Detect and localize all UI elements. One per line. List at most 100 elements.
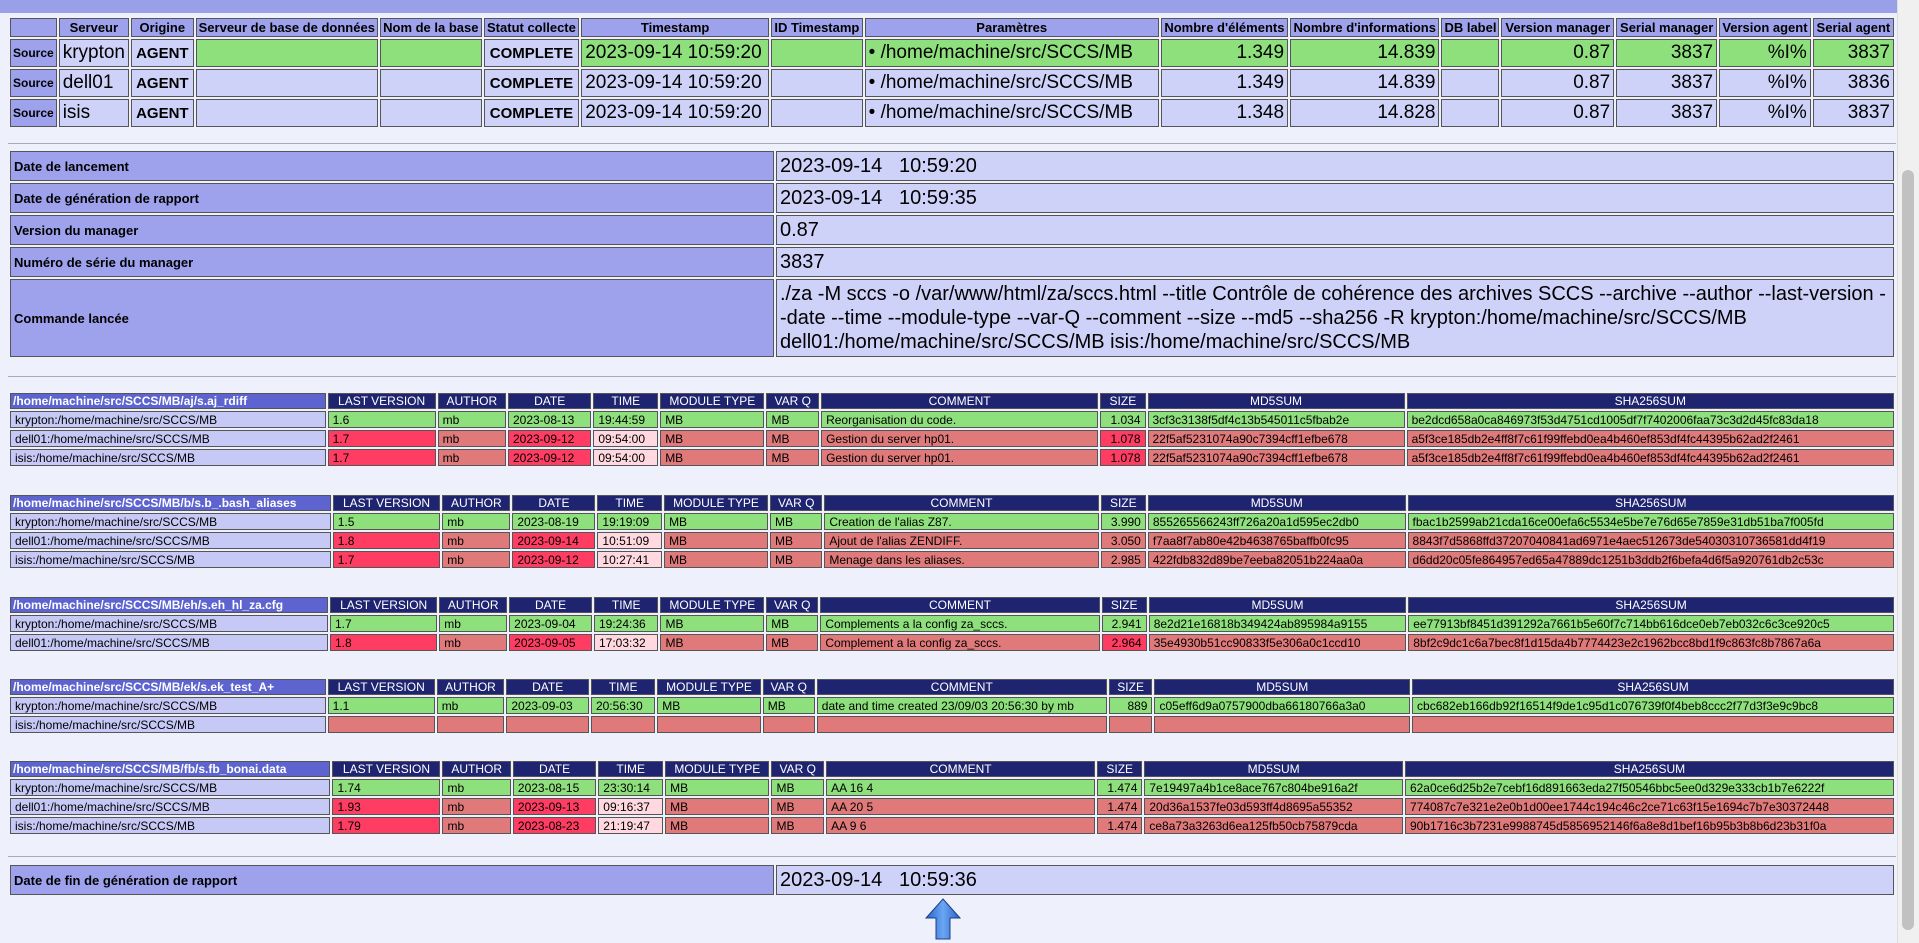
var-q: MB	[766, 430, 820, 447]
size: 1.474	[1097, 779, 1143, 796]
module-name[interactable]: /home/machine/src/SCCS/MB/fb/s.fb_bonai.…	[10, 761, 331, 777]
size: 3.050	[1100, 532, 1146, 549]
module-col-header: MD5SUM	[1154, 679, 1411, 695]
author: mb	[437, 411, 506, 428]
origin: AGENT	[131, 99, 194, 127]
sha256sum: 774087c7e321e2e0b1d00ee1744c194c46c2ce71…	[1404, 798, 1894, 815]
version-manager: 0.87	[1501, 39, 1615, 67]
last-version: 1.79	[332, 817, 441, 834]
module-type: MB	[665, 798, 770, 815]
md5sum: 35e4930b51cc90833f5e306a0c1ccd10	[1148, 634, 1407, 651]
command-label: Commande lancée	[10, 279, 774, 357]
table-row: krypton:/home/machine/src/SCCS/MB 1.6 mb 20…	[10, 411, 1894, 428]
table-row: isis:/home/machine/src/SCCS/MB	[10, 716, 1894, 733]
comment: Menage dans les aliases.	[824, 551, 1099, 568]
db-server	[195, 99, 378, 127]
size: 1.078	[1100, 430, 1146, 447]
up-arrow-icon[interactable]	[925, 898, 961, 940]
module-col-header: DATE	[507, 393, 592, 409]
module-col-header: AUTHOR	[437, 393, 506, 409]
source-row: Source krypton AGENT COMPLETE 2023-09-14…	[10, 39, 1894, 67]
last-version: 1.74	[332, 779, 441, 796]
source-button[interactable]: Source	[10, 39, 57, 67]
module-name[interactable]: /home/machine/src/SCCS/MB/aj/s.aj_rdiff	[10, 393, 326, 409]
col-header-version-manager: Version manager	[1501, 18, 1615, 37]
row-source: isis:/home/machine/src/SCCS/MB	[10, 551, 331, 568]
module-type: MB	[660, 411, 765, 428]
date: 2023-08-23	[512, 817, 597, 834]
module-col-header: DATE	[506, 679, 589, 695]
var-q: MB	[770, 551, 823, 568]
module-col-header: TIME	[598, 761, 664, 777]
row-source: dell01:/home/machine/src/SCCS/MB	[10, 532, 331, 549]
md5sum: ce8a73a3263d6ea125fb50cb75879cda	[1144, 817, 1403, 834]
last-version: 1.5	[332, 513, 441, 530]
version-manager: 0.87	[1501, 69, 1615, 97]
date: 2023-09-05	[509, 634, 592, 651]
module-type: MB	[660, 615, 765, 632]
db-label	[1441, 69, 1500, 97]
time: 09:54:00	[593, 449, 659, 466]
serial-manager: 3837	[1616, 39, 1718, 67]
db-label	[1441, 99, 1500, 127]
comment: AA 9 6	[826, 817, 1096, 834]
author: mb	[442, 551, 511, 568]
source-button[interactable]: Source	[10, 69, 57, 97]
status: COMPLETE	[483, 69, 580, 97]
module-col-header: LAST VERSION	[332, 761, 441, 777]
md5sum: 8e2d21e16818b349424ab895984a9155	[1148, 615, 1407, 632]
md5sum: 20d36a1537fe03d593ff4d8695a55352	[1144, 798, 1403, 815]
version-agent: %I%	[1719, 39, 1811, 67]
scrollbar-thumb[interactable]	[1902, 170, 1914, 930]
module-type: MB	[664, 532, 769, 549]
date: 2023-08-13	[507, 411, 592, 428]
last-version: 1.93	[332, 798, 441, 815]
time: 17:03:32	[593, 634, 659, 651]
author: mb	[442, 532, 511, 549]
author: mb	[442, 513, 511, 530]
col-header-timestamp: Timestamp	[581, 18, 770, 37]
comment: Gestion du server hp01.	[821, 449, 1099, 466]
module-col-header: TIME	[593, 597, 659, 613]
params: • /home/machine/src/SCCS/MB	[864, 69, 1159, 97]
var-q: MB	[771, 779, 825, 796]
module-type: MB	[665, 779, 770, 796]
size: 1.078	[1100, 449, 1146, 466]
status: COMPLETE	[483, 39, 580, 67]
date: 2023-09-13	[512, 798, 597, 815]
module-col-header: SHA256SUM	[1406, 393, 1894, 409]
footer-table: Date de fin de génération de rapport 202…	[8, 863, 1896, 897]
module-col-header: COMMENT	[824, 495, 1099, 511]
vertical-scrollbar[interactable]	[1897, 0, 1919, 943]
db-name	[379, 39, 482, 67]
col-header-db-server: Serveur de base de données	[195, 18, 378, 37]
serial-agent: 3837	[1812, 99, 1894, 127]
md5sum: c05eff6d9a0757900dba66180766a3a0	[1154, 697, 1411, 714]
source-button[interactable]: Source	[10, 99, 57, 127]
md5sum: 22f5af5231074a90c7394cff1efbe678	[1147, 449, 1405, 466]
db-server	[195, 39, 378, 67]
module-name[interactable]: /home/machine/src/SCCS/MB/eh/s.eh_hl_za.…	[10, 597, 328, 613]
info-row: Version du manager 0.87	[10, 215, 1894, 245]
module-col-header: MODULE TYPE	[664, 495, 769, 511]
table-row: dell01:/home/machine/src/SCCS/MB 1.8 mb 202…	[10, 532, 1894, 549]
sha256sum	[1412, 716, 1894, 733]
module-type: MB	[665, 817, 770, 834]
module-col-header: VAR Q	[771, 761, 825, 777]
module-table: /home/machine/src/SCCS/MB/aj/s.aj_rdiff L…	[8, 391, 1896, 468]
module-col-header: DATE	[512, 761, 597, 777]
version-agent: %I%	[1719, 69, 1811, 97]
col-header-blank	[10, 18, 57, 37]
date: 2023-09-12	[512, 551, 596, 568]
col-header-serial-manager: Serial manager	[1616, 18, 1718, 37]
date: 2023-09-12	[507, 430, 592, 447]
module-name[interactable]: /home/machine/src/SCCS/MB/ek/s.ek_test_A…	[10, 679, 326, 695]
last-version: 1.8	[330, 634, 438, 651]
module-type: MB	[657, 697, 761, 714]
md5sum: 422fdb832d89be7eeba82051b224aa0a	[1147, 551, 1406, 568]
module-name[interactable]: /home/machine/src/SCCS/MB/b/s.b_.bash_al…	[10, 495, 331, 511]
var-q	[762, 716, 815, 733]
md5sum: f7aa8f7ab80e42b4638765baffb0fc95	[1147, 532, 1406, 549]
table-row: krypton:/home/machine/src/SCCS/MB 1.7 mb 20…	[10, 615, 1894, 632]
size: 1.034	[1100, 411, 1146, 428]
